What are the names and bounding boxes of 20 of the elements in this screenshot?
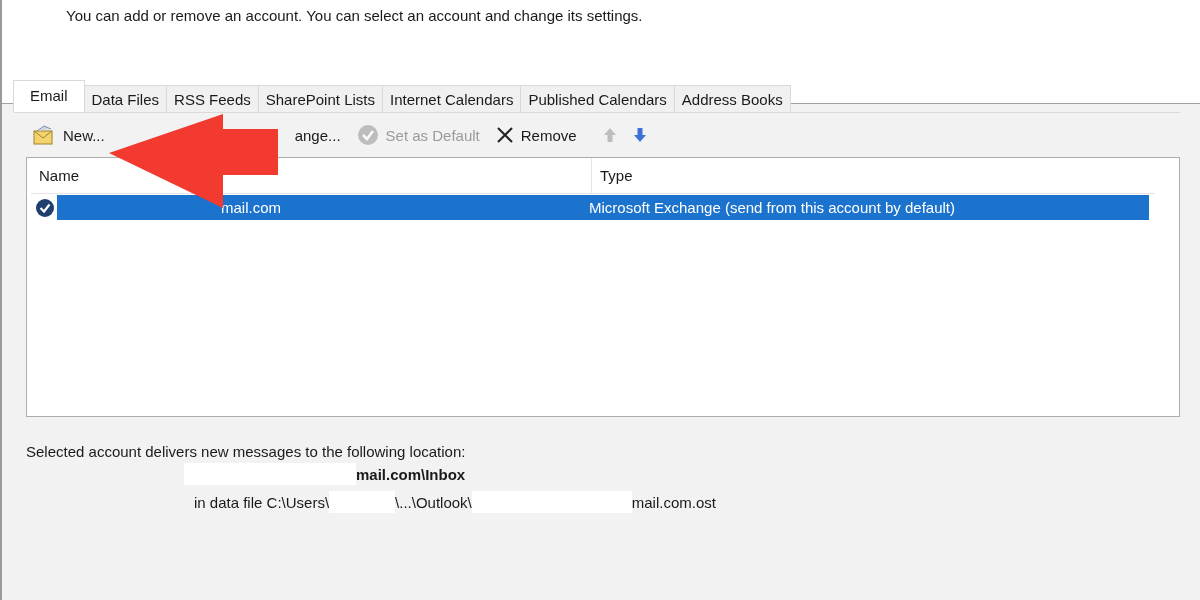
close-icon <box>495 126 514 144</box>
change-button[interactable]: ange... <box>290 124 345 146</box>
description-text: You can add or remove an account. You can select an account and change its settings. <box>66 7 643 24</box>
tab[interactable]: Email <box>13 80 85 112</box>
account-type: Microsoft Exchange (send from this account by default) <box>589 199 955 216</box>
account-name: mail.com <box>220 199 282 216</box>
down-arrow-icon <box>632 127 647 143</box>
account-row[interactable]: mail.com Microsoft Exchange (send from this account by default) <box>57 195 1149 220</box>
column-header[interactable]: Type <box>592 167 633 184</box>
new-button[interactable]: New... <box>28 122 109 148</box>
tab[interactable]: Address Books <box>673 85 791 112</box>
location-label: Selected account delivers new messages to the following location: <box>26 443 467 460</box>
envelope-icon <box>32 124 56 146</box>
data-file-path: mail.com.ost <box>631 493 716 511</box>
data-file-path: \...\Outlook\ <box>395 493 472 511</box>
check-circle-icon <box>356 124 379 146</box>
data-file-path: in data file C:\Users\ <box>194 493 330 511</box>
up-arrow-icon <box>602 127 617 143</box>
remove-button[interactable]: Remove <box>491 124 581 146</box>
folder-path: mail.com\Inbox <box>356 465 466 483</box>
